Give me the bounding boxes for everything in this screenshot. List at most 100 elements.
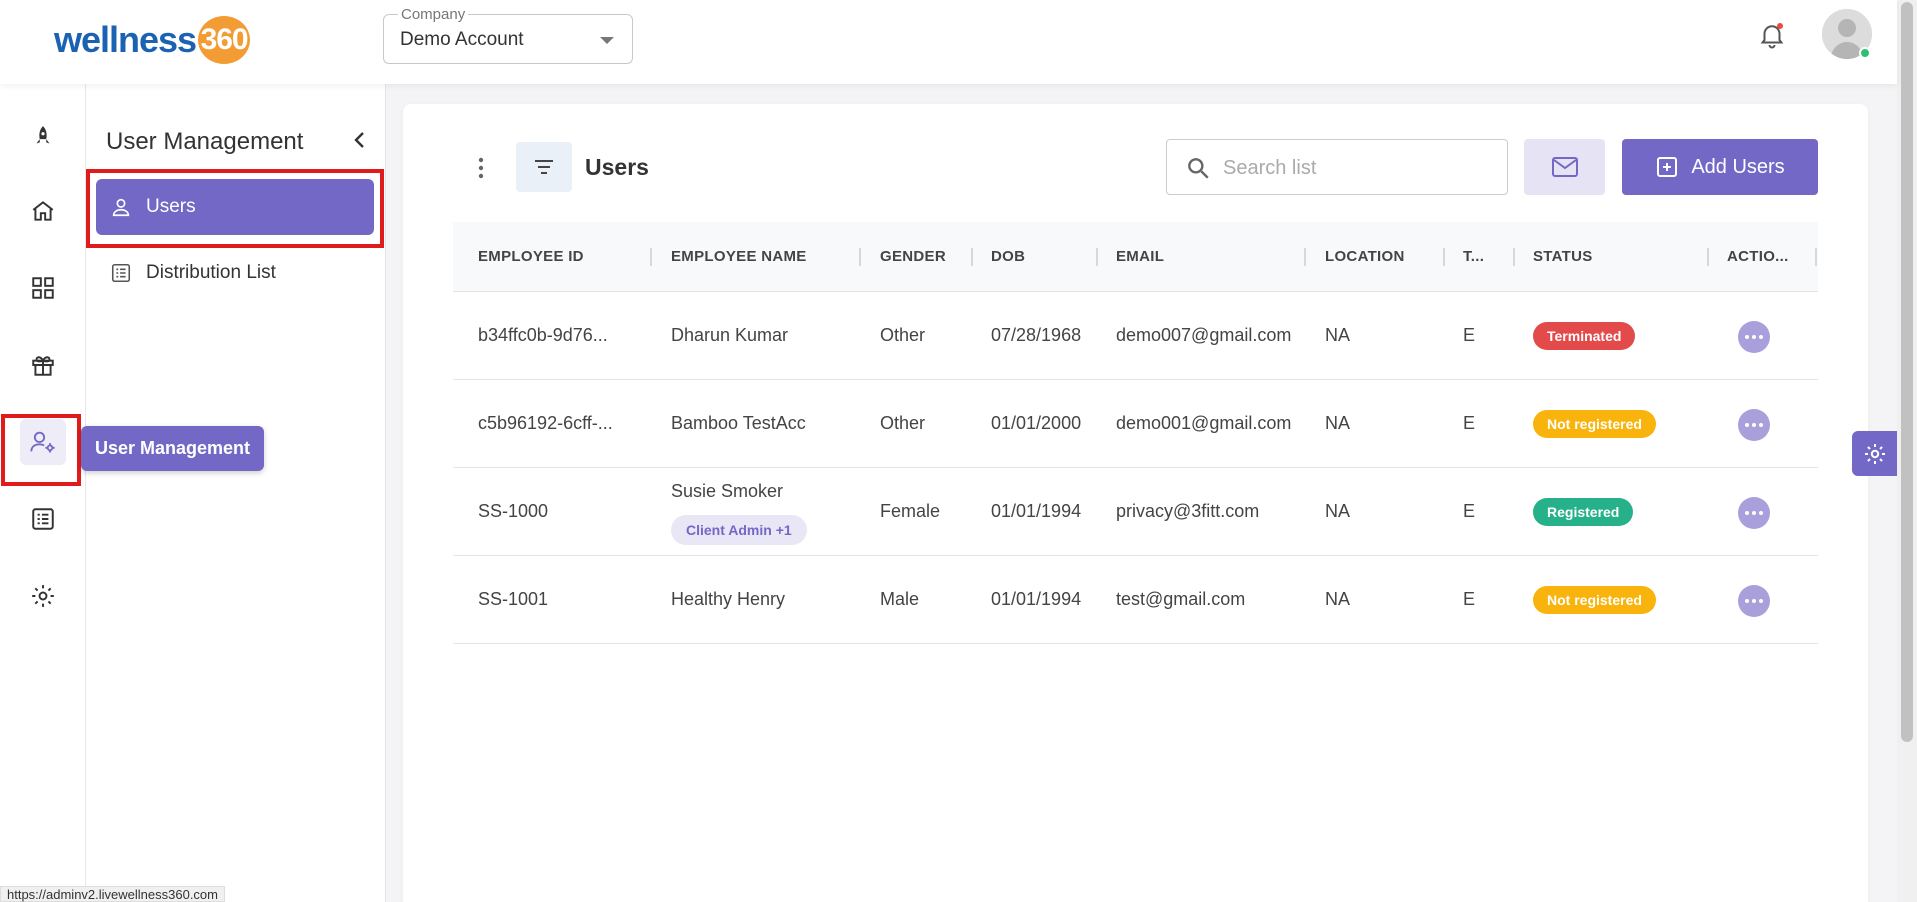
cell-employee-id: SS-1001 bbox=[478, 589, 549, 609]
cell-dob: 01/01/1994 bbox=[991, 501, 1082, 521]
icon-rail bbox=[0, 84, 86, 902]
column-header-employee-name[interactable]: EMPLOYEE NAME bbox=[671, 222, 807, 292]
dot bbox=[1752, 335, 1756, 339]
row-actions-button[interactable] bbox=[1738, 585, 1770, 617]
filter-icon bbox=[535, 160, 553, 174]
table-row[interactable]: SS-1001 Healthy Henry Male 01/01/1994 te… bbox=[453, 556, 1818, 644]
cell-employee-name: Healthy Henry bbox=[671, 589, 786, 609]
users-highlight bbox=[86, 169, 384, 248]
dashboard-grid-icon[interactable] bbox=[20, 265, 66, 311]
user-management-highlight bbox=[1, 414, 81, 486]
rocket-icon[interactable] bbox=[20, 114, 66, 160]
table-row[interactable]: b34ffc0b-9d76... Dharun Kumar Other 07/2… bbox=[453, 292, 1818, 380]
cell-location: NA bbox=[1325, 501, 1351, 521]
column-header-employee-id[interactable]: EMPLOYEE ID bbox=[478, 222, 584, 292]
column-header-location[interactable]: LOCATION bbox=[1325, 222, 1405, 292]
list-icon[interactable] bbox=[20, 496, 66, 542]
column-divider[interactable] bbox=[1707, 248, 1709, 266]
cell-location: NA bbox=[1325, 413, 1351, 433]
cell-employee-id: SS-1000 bbox=[478, 501, 549, 521]
floating-settings-button[interactable] bbox=[1852, 431, 1897, 476]
online-status-indicator bbox=[1859, 47, 1871, 59]
search-icon bbox=[1185, 155, 1211, 186]
table-row[interactable]: SS-1000 Susie Smoker Client Admin +1 Fem… bbox=[453, 468, 1818, 556]
logo-number: 360 bbox=[198, 16, 251, 64]
column-divider[interactable] bbox=[1096, 248, 1098, 266]
page-scrollbar[interactable] bbox=[1897, 0, 1917, 902]
row-actions-button[interactable] bbox=[1738, 321, 1770, 353]
logo[interactable]: wellness 360 bbox=[54, 16, 251, 64]
list-title: Users bbox=[585, 154, 649, 180]
column-divider[interactable] bbox=[1513, 248, 1515, 266]
column-header-dob[interactable]: DOB bbox=[991, 222, 1025, 292]
cell-gender: Male bbox=[880, 589, 920, 609]
role-chip[interactable]: Client Admin +1 bbox=[671, 515, 807, 545]
status-badge: Not registered bbox=[1533, 586, 1656, 614]
cell-t: E bbox=[1463, 501, 1476, 521]
gift-icon[interactable] bbox=[20, 342, 66, 388]
cell-location: NA bbox=[1325, 325, 1351, 345]
row-actions-button[interactable] bbox=[1738, 409, 1770, 441]
row-actions-button[interactable] bbox=[1738, 497, 1770, 529]
top-bar: wellness 360 Company Demo Account bbox=[0, 0, 1897, 84]
column-header-email[interactable]: EMAIL bbox=[1116, 222, 1164, 292]
dot bbox=[1752, 511, 1756, 515]
notification-dot bbox=[1777, 23, 1783, 29]
status-badge: Registered bbox=[1533, 498, 1634, 526]
dot bbox=[1759, 511, 1763, 515]
subnav-item-distribution-list[interactable]: Distribution List bbox=[96, 245, 374, 301]
company-value: Demo Account bbox=[400, 29, 524, 50]
column-header-actions[interactable]: ACTIO... bbox=[1727, 222, 1789, 292]
table-header: EMPLOYEE ID EMPLOYEE NAME GENDER DOB EMA… bbox=[453, 222, 1818, 292]
column-header-gender[interactable]: GENDER bbox=[880, 222, 946, 292]
column-divider[interactable] bbox=[1443, 248, 1445, 266]
dot bbox=[1759, 599, 1763, 603]
cell-email: demo007@gmail.com bbox=[1116, 325, 1292, 345]
column-divider[interactable] bbox=[650, 248, 652, 266]
collapse-chevron-icon[interactable] bbox=[348, 128, 372, 152]
cell-employee-name: Dharun Kumar bbox=[671, 325, 789, 345]
settings-gear-icon[interactable] bbox=[20, 573, 66, 619]
cell-gender: Other bbox=[880, 413, 926, 433]
search-box[interactable] bbox=[1166, 139, 1508, 195]
company-label: Company bbox=[398, 6, 469, 23]
logo-text: wellness bbox=[54, 19, 197, 60]
scrollbar-thumb[interactable] bbox=[1901, 2, 1913, 742]
cell-gender: Female bbox=[880, 501, 941, 521]
cell-employee-name: Susie Smoker bbox=[671, 481, 784, 501]
column-divider[interactable] bbox=[1304, 248, 1306, 266]
cell-email: test@gmail.com bbox=[1116, 589, 1246, 609]
subnav-title: User Management bbox=[106, 128, 304, 155]
column-divider[interactable] bbox=[971, 248, 973, 266]
email-button[interactable] bbox=[1524, 139, 1605, 195]
subnav-item-label: Distribution List bbox=[146, 262, 276, 283]
more-options-icon[interactable] bbox=[473, 156, 489, 180]
users-card: Users Add Users EMPLOYEE ID EMPLOYEE NAM… bbox=[403, 104, 1868, 902]
dot bbox=[1745, 335, 1749, 339]
cell-gender: Other bbox=[880, 325, 926, 345]
cell-email: privacy@3fitt.com bbox=[1116, 501, 1260, 521]
status-badge: Not registered bbox=[1533, 410, 1656, 438]
dot bbox=[1752, 423, 1756, 427]
column-header-t[interactable]: T... bbox=[1463, 222, 1484, 292]
status-badge: Terminated bbox=[1533, 322, 1636, 350]
notification-bell-icon[interactable] bbox=[1757, 20, 1787, 50]
cell-t: E bbox=[1463, 413, 1476, 433]
table-row[interactable]: c5b96192-6cff-... Bamboo TestAcc Other 0… bbox=[453, 380, 1818, 468]
gear-icon bbox=[1864, 443, 1885, 464]
add-users-label: Add Users bbox=[1691, 155, 1785, 178]
company-select[interactable]: Company Demo Account bbox=[383, 6, 633, 64]
filter-button[interactable] bbox=[516, 142, 572, 192]
search-input[interactable] bbox=[1223, 154, 1493, 182]
column-divider[interactable] bbox=[859, 248, 861, 266]
column-header-status[interactable]: STATUS bbox=[1533, 222, 1593, 292]
cell-t: E bbox=[1463, 589, 1476, 609]
sub-navigation: User Management Users Distribution List bbox=[86, 84, 386, 902]
column-divider[interactable] bbox=[1815, 248, 1817, 266]
caret-down-icon bbox=[600, 37, 614, 44]
add-users-button[interactable]: Add Users bbox=[1622, 139, 1818, 195]
home-icon[interactable] bbox=[20, 188, 66, 234]
cell-dob: 01/01/1994 bbox=[991, 589, 1082, 609]
status-url: https://adminv2.livewellness360.com bbox=[0, 886, 225, 902]
cell-t: E bbox=[1463, 325, 1476, 345]
